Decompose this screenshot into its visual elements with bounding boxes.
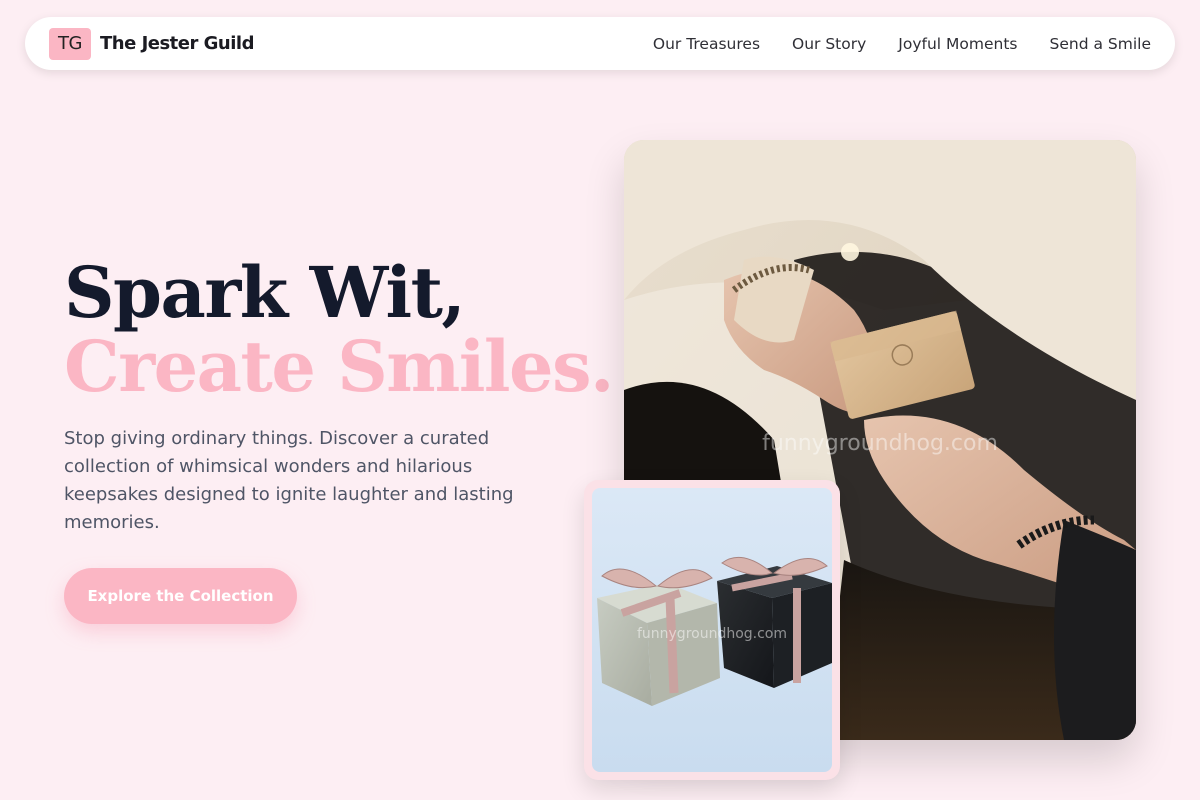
nav-links: Our Treasures Our Story Joyful Moments S… xyxy=(653,35,1151,53)
gift-boxes-photo: funnygroundhog.com xyxy=(592,488,832,772)
nav-link-our-story[interactable]: Our Story xyxy=(792,35,866,53)
hero-description: Stop giving ordinary things. Discover a … xyxy=(64,428,514,533)
hero-heading: Spark Wit, Create Smiles. xyxy=(64,251,614,408)
brand-badge: TG xyxy=(49,27,91,60)
hero-heading-line-2: Create Smiles. xyxy=(64,325,614,408)
gift-boxes-card: funnygroundhog.com xyxy=(584,480,840,780)
explore-collection-button[interactable]: Explore the Collection xyxy=(64,568,297,624)
nav-link-joyful-moments[interactable]: Joyful Moments xyxy=(898,35,1017,53)
brand-name: The Jester Guild xyxy=(100,33,254,54)
top-navbar: TG The Jester Guild Our Treasures Our St… xyxy=(25,17,1175,70)
brand-logo[interactable]: TG The Jester Guild xyxy=(49,27,254,60)
main-photo-watermark: funnygroundhog.com xyxy=(762,431,998,456)
hero-heading-line-1: Spark Wit, xyxy=(64,251,466,334)
nav-link-our-treasures[interactable]: Our Treasures xyxy=(653,35,760,53)
nav-link-send-a-smile[interactable]: Send a Smile xyxy=(1050,35,1151,53)
small-photo-watermark: funnygroundhog.com xyxy=(637,626,787,642)
